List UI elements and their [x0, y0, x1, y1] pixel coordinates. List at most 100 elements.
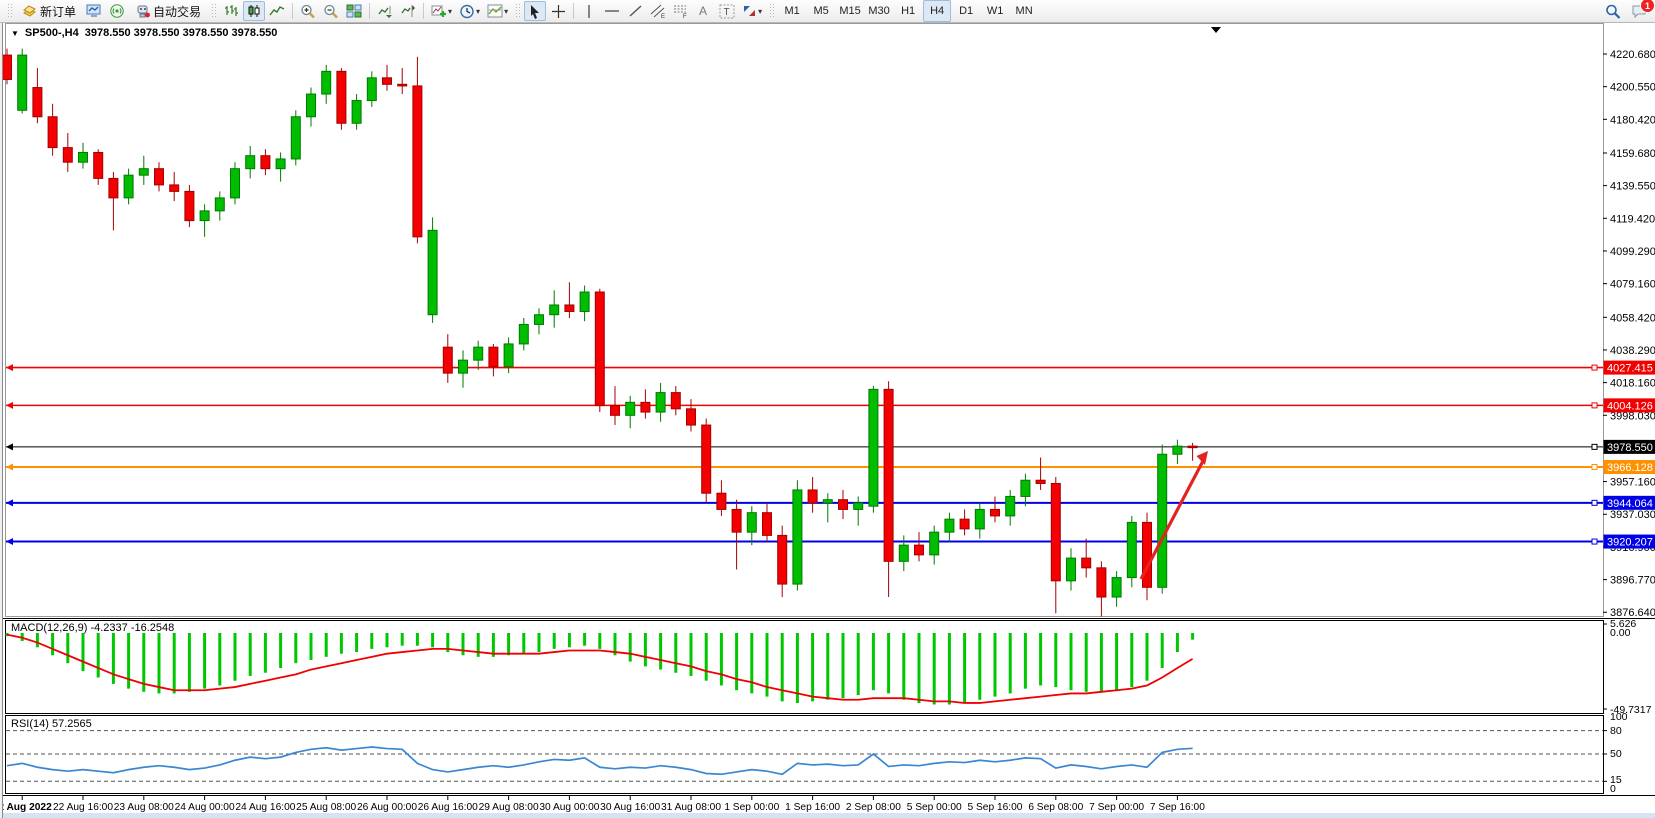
- timeframe-mn-button[interactable]: MN: [1010, 0, 1038, 22]
- candlestick: [945, 519, 954, 532]
- bar-chart-mode-button[interactable]: [220, 1, 242, 21]
- candlestick: [322, 71, 331, 94]
- candlestick: [231, 169, 240, 198]
- auto-scroll-icon: [377, 4, 393, 18]
- candlestick: [763, 513, 772, 536]
- separator: [423, 3, 424, 19]
- notifications-button[interactable]: 1: [1628, 1, 1651, 21]
- cursor-tool-button[interactable]: [524, 1, 546, 21]
- candlestick: [611, 406, 620, 416]
- hline-right-anchor[interactable]: [1592, 403, 1597, 408]
- candlestick: [808, 490, 817, 503]
- trendline-icon: [628, 4, 643, 18]
- price-tick-label: 3957.160: [1610, 477, 1655, 489]
- candlestick-mode-button[interactable]: [243, 1, 265, 21]
- candlestick: [580, 292, 589, 311]
- tile-windows-button[interactable]: [343, 1, 365, 21]
- candlestick: [975, 509, 984, 528]
- candlestick: [519, 324, 528, 343]
- timeframe-m15-button[interactable]: M15: [836, 0, 864, 22]
- bar-chart-icon: [223, 4, 239, 18]
- timeframe-d1-button[interactable]: D1: [952, 0, 980, 22]
- zoom-out-button[interactable]: [320, 1, 342, 21]
- candlestick: [413, 86, 422, 237]
- candlestick: [869, 389, 878, 506]
- candlestick: [276, 159, 285, 169]
- auto-scroll-button[interactable]: [374, 1, 396, 21]
- candlestick: [717, 493, 726, 509]
- candlestick: [823, 500, 832, 503]
- template-icon: [487, 4, 503, 18]
- chevron-down-icon[interactable]: ▼: [11, 29, 19, 38]
- candlestick: [48, 117, 57, 148]
- indicators-caret: ▾: [448, 7, 452, 16]
- hline-price-value: 3920.207: [1607, 537, 1653, 549]
- chart-canvas[interactable]: 4220.6804200.5504180.4204159.6804139.550…: [3, 23, 1655, 818]
- fibonacci-tool-button[interactable]: F: [670, 1, 692, 21]
- main-toolbar: 新订单 自动交易: [0, 0, 1655, 23]
- hline-right-anchor[interactable]: [1592, 444, 1597, 449]
- candlestick: [595, 292, 604, 406]
- hline-right-anchor[interactable]: [1592, 500, 1597, 505]
- chart-shift-button[interactable]: [397, 1, 419, 21]
- candlestick: [459, 360, 468, 373]
- candlestick: [246, 156, 255, 169]
- candlestick: [504, 344, 513, 367]
- crosshair-tool-button[interactable]: [547, 1, 569, 21]
- svg-text:E: E: [661, 14, 665, 19]
- toolbar-drag-handle[interactable]: [7, 3, 12, 19]
- candlestick: [793, 490, 802, 584]
- hline-price-value: 3966.128: [1607, 462, 1653, 474]
- text-label-tool-button[interactable]: T: [716, 1, 738, 21]
- timeframe-h4-button[interactable]: H4: [923, 0, 951, 22]
- timeframe-w1-button[interactable]: W1: [981, 0, 1009, 22]
- signal-icon: [109, 4, 125, 19]
- candlestick: [687, 409, 696, 425]
- search-icon: [1605, 4, 1621, 19]
- toolbar-drag-handle[interactable]: [515, 3, 520, 19]
- new-order-icon: [22, 4, 37, 18]
- horizontal-line-tool-button[interactable]: [601, 1, 623, 21]
- candlestick: [1188, 446, 1197, 448]
- rsi-label: RSI(14) 57.2565: [11, 718, 92, 730]
- arrows-caret: ▾: [758, 7, 762, 16]
- hline-right-anchor[interactable]: [1592, 365, 1597, 370]
- hline-right-anchor[interactable]: [1592, 465, 1597, 470]
- candlestick: [1173, 446, 1182, 454]
- candlestick: [656, 393, 665, 412]
- indicators-button[interactable]: ▾: [428, 1, 455, 21]
- line-chart-mode-button[interactable]: [266, 1, 288, 21]
- trendline-tool-button[interactable]: [624, 1, 646, 21]
- price-tick-label: 4058.420: [1610, 312, 1655, 324]
- separator: [292, 3, 293, 19]
- macd-label: MACD(12,26,9) -4.2337 -16.2548: [11, 622, 174, 634]
- new-order-button[interactable]: 新订单: [16, 1, 82, 21]
- macd-pane: [6, 621, 1604, 714]
- vertical-line-tool-button[interactable]: [578, 1, 600, 21]
- chart-ohlc-header[interactable]: ▼ SP500-,H4 3978.550 3978.550 3978.550 3…: [9, 27, 279, 39]
- candlestick: [1158, 454, 1167, 587]
- periods-button[interactable]: ▾: [456, 1, 483, 21]
- timeframe-m1-button[interactable]: M1: [778, 0, 806, 22]
- search-button[interactable]: [1602, 1, 1624, 21]
- timeframe-h1-button[interactable]: H1: [894, 0, 922, 22]
- signal-button[interactable]: [106, 1, 128, 21]
- zoom-in-button[interactable]: [297, 1, 319, 21]
- autotrade-button[interactable]: 自动交易: [129, 1, 207, 21]
- arrows-tool-button[interactable]: ▾: [739, 1, 765, 21]
- templates-button[interactable]: ▾: [484, 1, 511, 21]
- timeframe-m5-button[interactable]: M5: [807, 0, 835, 22]
- unread-badge: 1: [1640, 0, 1655, 13]
- time-tick-label: 25 Aug 08:00: [296, 802, 356, 813]
- market-watch-button[interactable]: [83, 1, 105, 21]
- candlestick: [428, 230, 437, 314]
- text-tool-button[interactable]: A: [693, 1, 715, 21]
- hline-right-anchor[interactable]: [1592, 539, 1597, 544]
- toolbar-drag-handle[interactable]: [211, 3, 216, 19]
- candlestick: [930, 532, 939, 555]
- candlestick: [626, 402, 635, 415]
- horizontal-scrollbar[interactable]: [3, 813, 1655, 818]
- timeframe-m30-button[interactable]: M30: [865, 0, 893, 22]
- channel-tool-button[interactable]: E: [647, 1, 669, 21]
- toolbar-drag-handle[interactable]: [769, 3, 774, 19]
